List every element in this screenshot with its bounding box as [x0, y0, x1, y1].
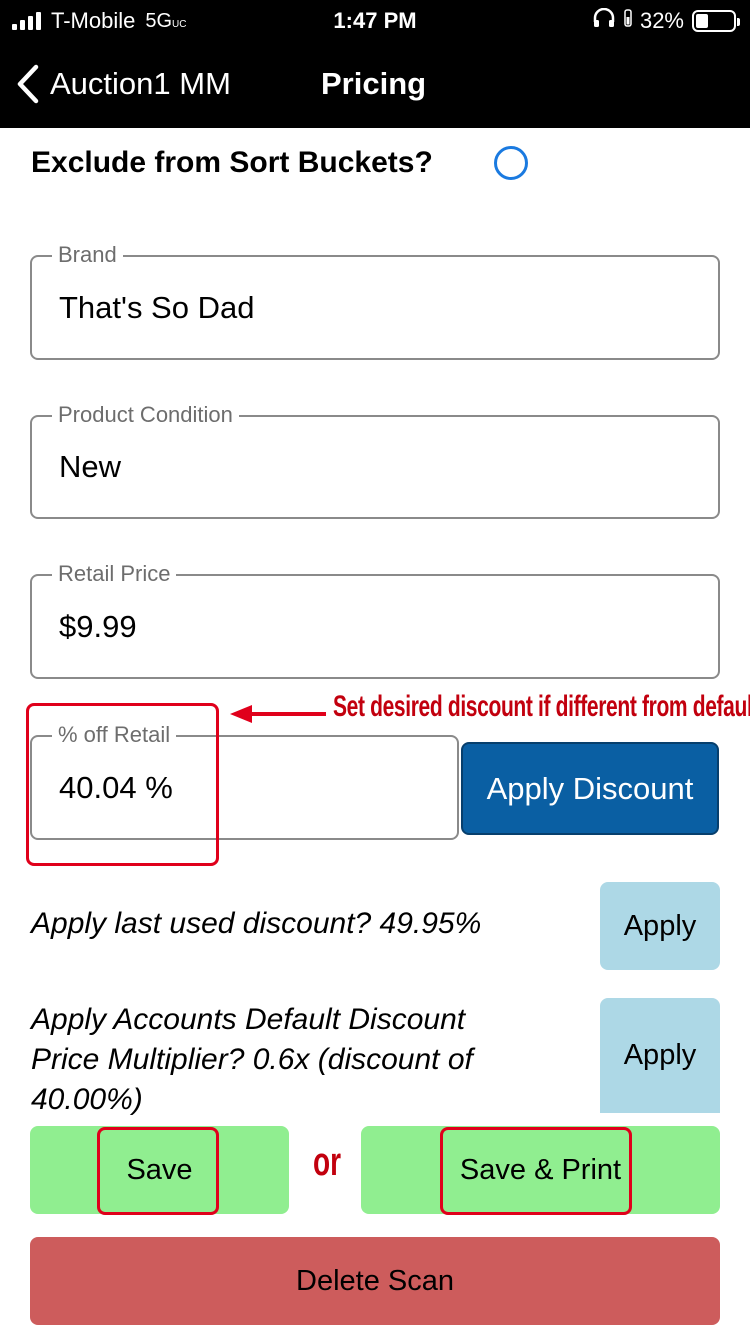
default-discount-line-1: Apply Accounts Default Discount [31, 1003, 466, 1036]
default-discount-text: Apply Accounts Default Discount Price Mu… [31, 1000, 473, 1120]
apply-default-discount-button[interactable]: Apply [600, 998, 720, 1113]
back-button[interactable]: Auction1 MM [14, 56, 231, 112]
annotation-text: Set desired discount if different from d… [333, 690, 750, 723]
delete-scan-button[interactable]: Delete Scan [30, 1237, 720, 1325]
annotation-highlight-save [97, 1127, 219, 1215]
last-discount-text: Apply last used discount? 49.95% [31, 907, 482, 940]
exclude-label: Exclude from Sort Buckets? [31, 146, 433, 179]
annotation-arrow-icon [230, 705, 326, 723]
annotation-highlight-save-print [440, 1127, 632, 1215]
back-label: Auction1 MM [50, 66, 231, 101]
battery-icon [692, 10, 740, 32]
condition-field[interactable]: Product Condition New [30, 401, 720, 519]
retail-price-field[interactable]: Retail Price $9.99 [30, 560, 720, 679]
page-title: Pricing [321, 66, 427, 101]
retail-price-value: $9.99 [59, 609, 137, 644]
or-annotation: or [313, 1140, 341, 1184]
brand-field[interactable]: Brand That's So Dad [30, 241, 720, 360]
battery-percent: 32% [639, 8, 684, 33]
default-discount-line-2: Price Multiplier? 0.6x (discount of [31, 1043, 473, 1076]
headphones-icon [592, 7, 616, 34]
apply-discount-button[interactable]: Apply Discount [461, 742, 719, 835]
apply-last-discount-button[interactable]: Apply [600, 882, 720, 970]
battery-charging-icon [624, 8, 632, 34]
top-bar: T-Mobile 5GUC 1:47 PM 32% Auction1 MM Pr… [0, 0, 750, 128]
delete-scan-label: Delete Scan [296, 1264, 454, 1297]
chevron-left-icon [17, 64, 39, 104]
status-right: 32% [592, 6, 740, 36]
exclude-row: Exclude from Sort Buckets? [31, 140, 433, 186]
brand-value: That's So Dad [59, 290, 255, 325]
exclude-radio[interactable] [494, 146, 528, 180]
condition-value: New [59, 449, 122, 484]
default-discount-line-3: 40.00%) [31, 1083, 143, 1116]
annotation-highlight-percent [26, 703, 219, 866]
